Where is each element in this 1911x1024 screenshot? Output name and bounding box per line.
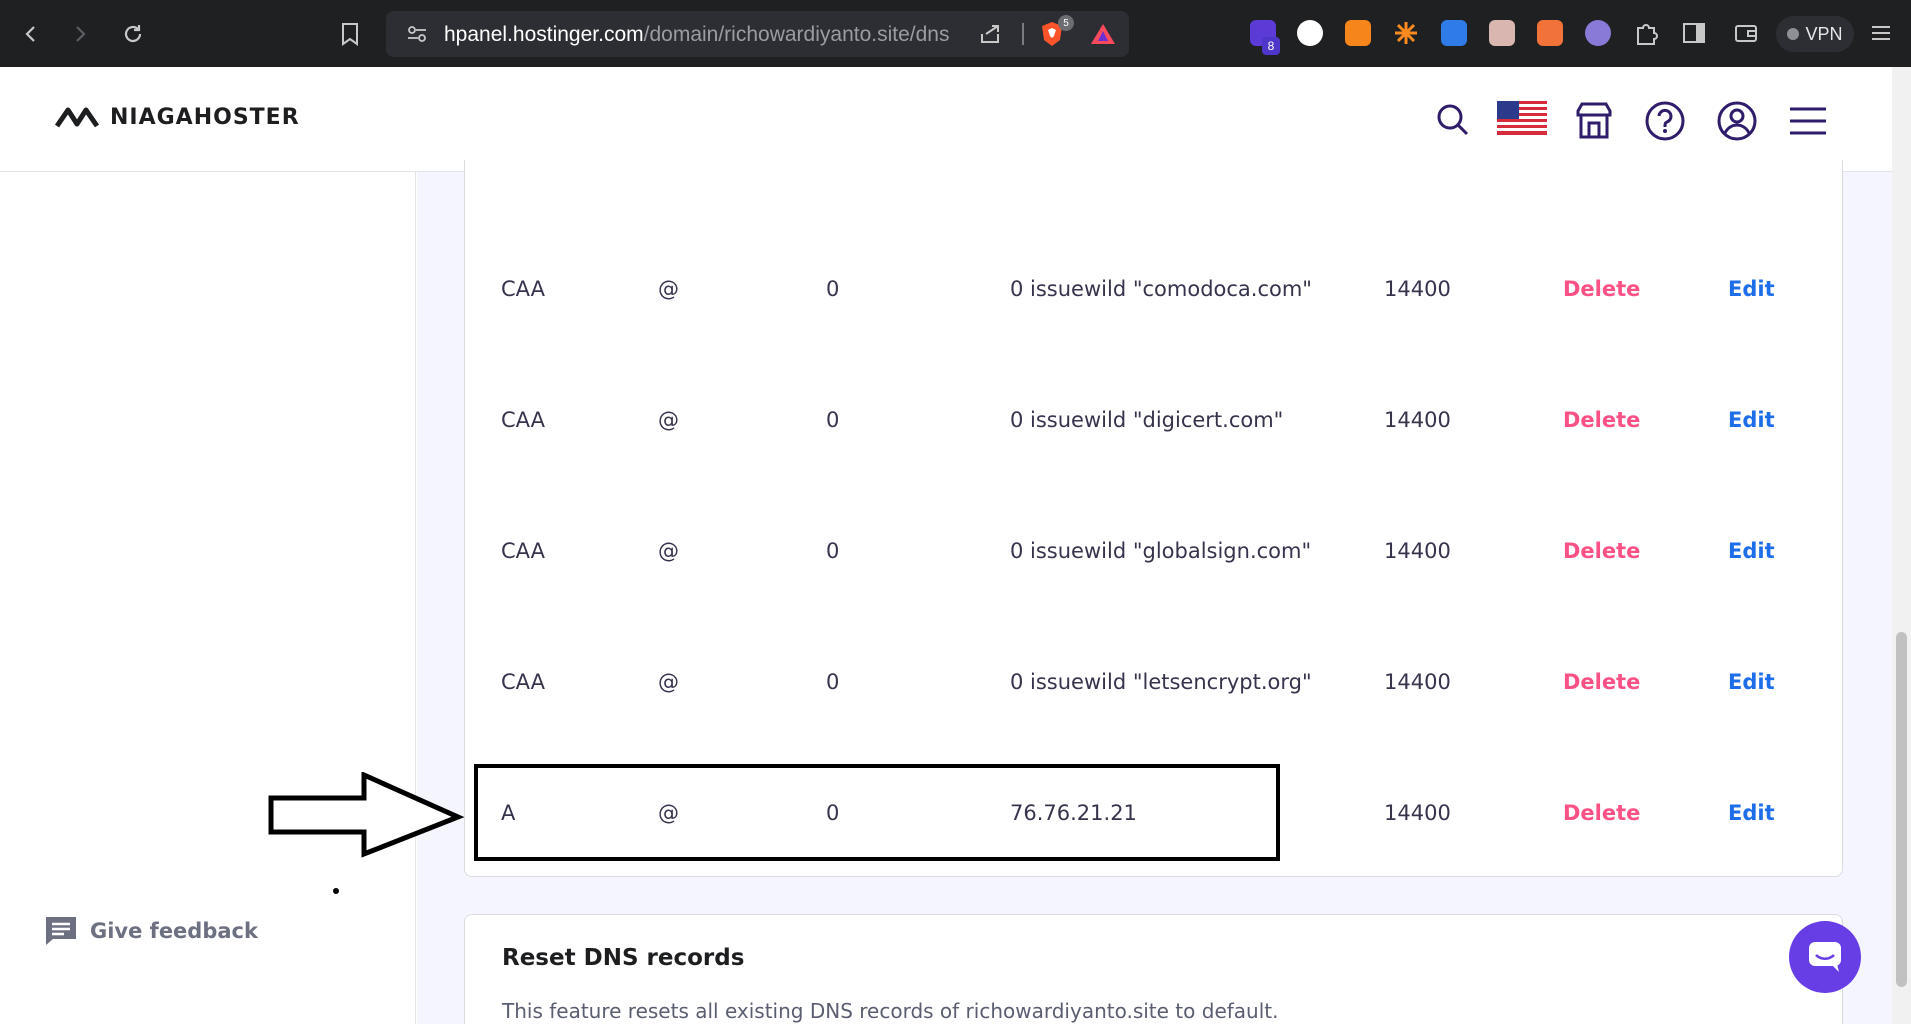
record-content: 0 issuewild "comodoca.com"	[1010, 277, 1312, 301]
edit-button[interactable]: Edit	[1728, 801, 1775, 825]
record-type: CAA	[501, 408, 545, 432]
record-content: 0 issuewild "globalsign.com"	[1010, 539, 1312, 563]
urlbar-divider	[1022, 23, 1024, 45]
url-host: hpanel.hostinger.com	[444, 23, 644, 46]
edit-button[interactable]: Edit	[1728, 277, 1775, 301]
record-name: @	[658, 670, 679, 694]
extension-icon[interactable]	[1489, 20, 1515, 46]
help-icon[interactable]	[1643, 99, 1687, 143]
share-icon[interactable]	[978, 22, 1002, 50]
dns-record-row: CAA @0 0 issuewild "letsencrypt.org" 14400 D…	[501, 670, 1801, 710]
dns-record-row: CAA @0 0 issuewild "digicert.com" 14400 Dele…	[501, 408, 1801, 448]
record-content: 0 issuewild "digicert.com"	[1010, 408, 1284, 432]
store-icon[interactable]	[1572, 99, 1616, 143]
page-scrollbar[interactable]	[1892, 67, 1911, 1024]
reset-dns-card: Reset DNS records This feature resets al…	[464, 914, 1843, 1024]
extension-icon[interactable]	[1441, 20, 1467, 46]
back-arrow-icon[interactable]	[14, 17, 48, 51]
record-priority: 0	[826, 277, 840, 301]
reload-icon[interactable]	[116, 17, 150, 51]
extension-icon[interactable]	[1297, 20, 1323, 46]
record-content: 0 issuewild "letsencrypt.org"	[1010, 670, 1312, 694]
give-feedback-label: Give feedback	[90, 919, 258, 943]
chat-button[interactable]	[1789, 921, 1861, 993]
extensions-puzzle-icon[interactable]	[1633, 20, 1659, 46]
record-type: CAA	[501, 670, 545, 694]
us-flag-icon[interactable]	[1497, 101, 1547, 135]
menu-icon[interactable]	[1786, 99, 1830, 143]
delete-button[interactable]: Delete	[1563, 408, 1640, 432]
edit-button[interactable]: Edit	[1728, 670, 1775, 694]
delete-button[interactable]: Delete	[1563, 801, 1640, 825]
vpn-status-icon	[1787, 28, 1800, 40]
search-icon[interactable]	[1431, 99, 1475, 143]
wallet-icon[interactable]	[1733, 20, 1759, 46]
record-name: @	[658, 539, 679, 563]
delete-button[interactable]: Delete	[1563, 539, 1640, 563]
url-text: hpanel.hostinger.com/domain/richowardiya…	[444, 23, 949, 47]
address-bar[interactable]: hpanel.hostinger.com/domain/richowardiya…	[386, 11, 1129, 57]
feedback-icon	[46, 917, 76, 945]
record-ttl: 14400	[1384, 670, 1451, 694]
annotation-dot	[333, 888, 339, 894]
scrollbar-thumb[interactable]	[1896, 632, 1907, 987]
chat-icon	[1809, 942, 1841, 972]
site-settings-icon[interactable]	[406, 23, 428, 49]
record-priority: 0	[826, 670, 840, 694]
sidebar	[0, 172, 416, 1024]
record-priority: 0	[826, 408, 840, 432]
highlight-box	[474, 764, 1280, 861]
logo[interactable]: NIAGAHOSTER	[54, 105, 300, 130]
record-ttl: 14400	[1384, 277, 1451, 301]
record-ttl: 14400	[1384, 539, 1451, 563]
record-ttl: 14400	[1384, 801, 1451, 825]
delete-button[interactable]: Delete	[1563, 670, 1640, 694]
brave-rewards-icon[interactable]	[1090, 22, 1116, 50]
reset-dns-title: Reset DNS records	[502, 945, 745, 971]
edit-button[interactable]: Edit	[1728, 539, 1775, 563]
account-icon[interactable]	[1715, 99, 1759, 143]
metamask-icon[interactable]	[1345, 20, 1371, 46]
record-type: CAA	[501, 539, 545, 563]
bookmark-icon[interactable]	[333, 17, 367, 51]
forward-arrow-icon[interactable]	[63, 17, 97, 51]
annotation-arrow-icon	[268, 772, 465, 858]
record-ttl: 14400	[1384, 408, 1451, 432]
edit-button[interactable]: Edit	[1728, 408, 1775, 432]
sidebar-toggle-icon[interactable]	[1681, 20, 1707, 46]
browser-menu-icon[interactable]	[1870, 20, 1896, 46]
delete-button[interactable]: Delete	[1563, 277, 1640, 301]
browser-toolbar: hpanel.hostinger.com/domain/richowardiya…	[0, 0, 1911, 67]
record-type: CAA	[501, 277, 545, 301]
dns-record-row: CAA @0 0 issuewild "globalsign.com" 14400 De…	[501, 539, 1801, 579]
url-path: /domain/richowardiyanto.site/dns	[643, 23, 950, 46]
site-header: NIAGAHOSTER	[0, 67, 1892, 172]
logo-mark-icon	[54, 107, 100, 127]
shield-badge: 5	[1058, 15, 1074, 31]
record-name: @	[658, 277, 679, 301]
extension-badge: 8	[1262, 37, 1280, 55]
dns-record-row: CAA @0 0 issuewild "comodoca.com" 14400 Dele…	[501, 277, 1801, 317]
give-feedback-button[interactable]: Give feedback	[44, 915, 258, 947]
extension-icon[interactable]	[1585, 20, 1611, 46]
extension-icon[interactable]	[1393, 20, 1419, 46]
reset-dns-description: This feature resets all existing DNS rec…	[502, 999, 1279, 1023]
vpn-label: VPN	[1805, 23, 1843, 44]
vpn-button[interactable]: VPN	[1776, 16, 1854, 52]
record-name: @	[658, 408, 679, 432]
logo-text: NIAGAHOSTER	[110, 105, 300, 130]
record-priority: 0	[826, 539, 840, 563]
extension-icon[interactable]	[1537, 20, 1563, 46]
